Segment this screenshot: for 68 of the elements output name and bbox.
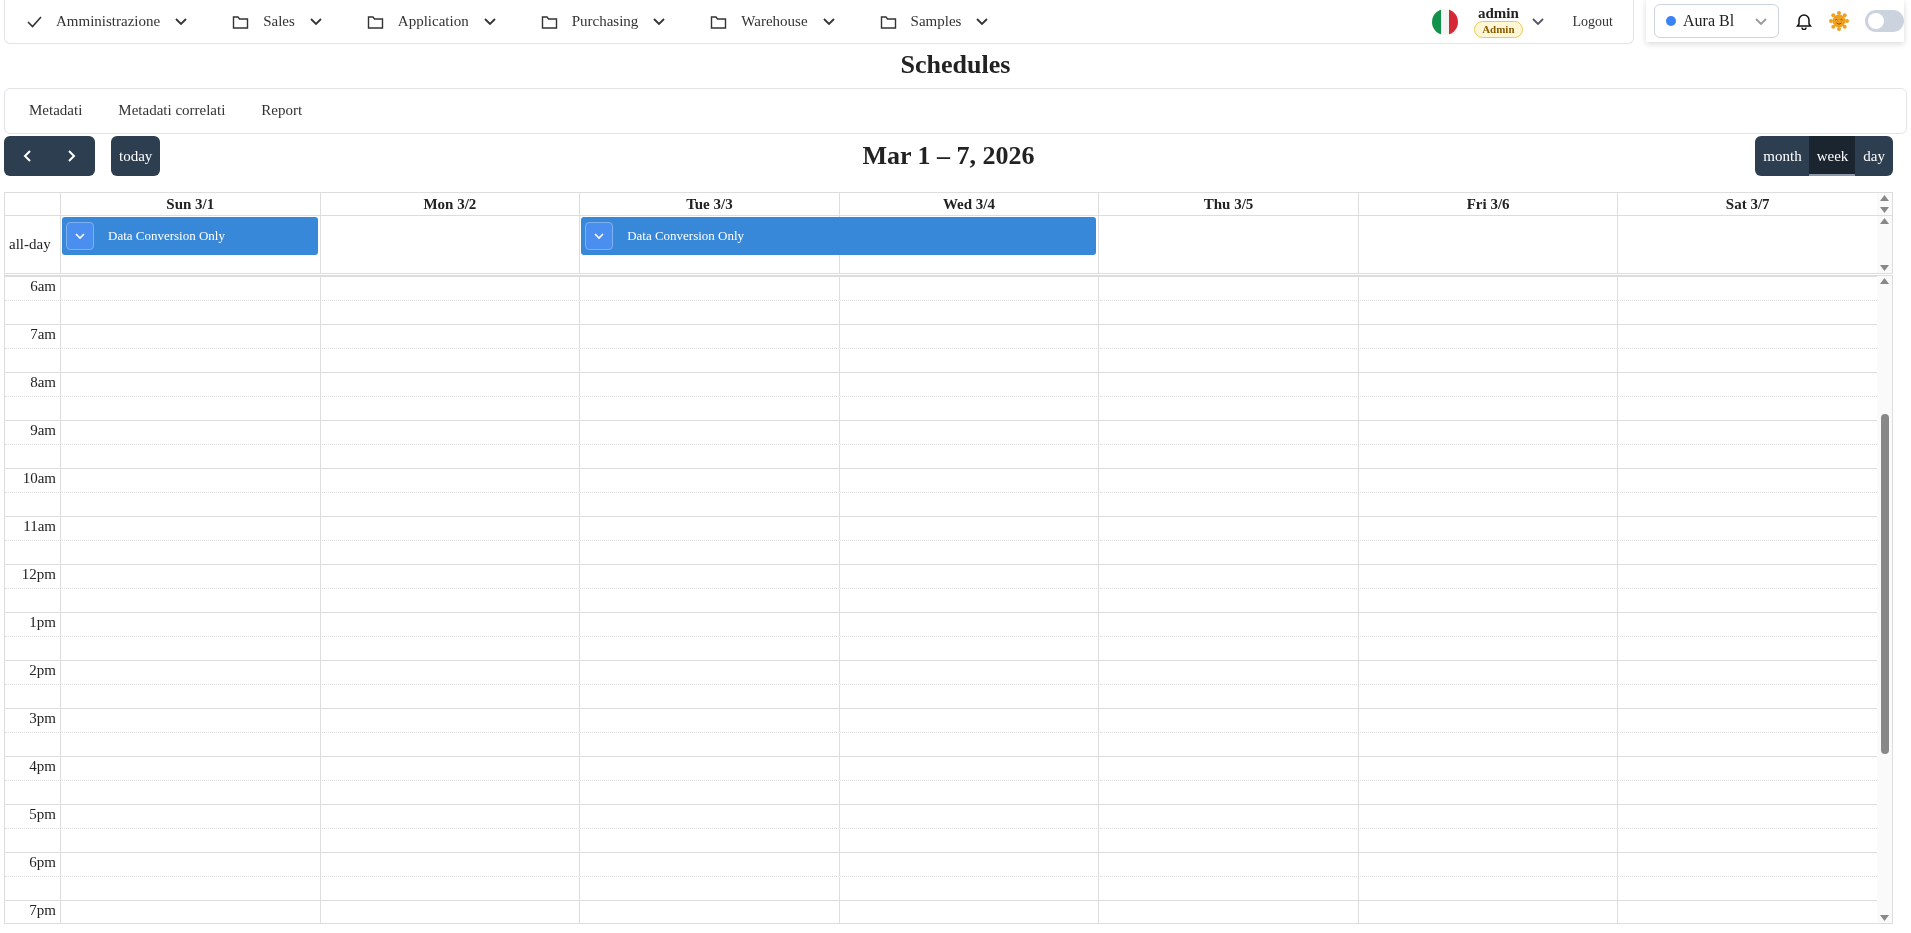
day-header: Wed 3/4 [838, 193, 1099, 215]
scroll-up-icon[interactable] [1879, 276, 1890, 286]
role-badge: Admin [1474, 20, 1523, 38]
day-header: Thu 3/5 [1098, 193, 1358, 215]
chevron-down-icon [975, 15, 990, 28]
time-label: 1pm [29, 614, 56, 630]
scroll-down-icon[interactable] [1879, 913, 1890, 923]
menu-item[interactable]: Samples [857, 10, 1012, 33]
view-button[interactable]: month [1755, 136, 1810, 176]
menu-item[interactable]: Application [344, 10, 519, 33]
time-label: 4pm [29, 758, 56, 774]
time-label: 6pm [29, 854, 56, 870]
today-button[interactable]: today [111, 136, 161, 176]
next-button[interactable] [49, 136, 95, 176]
day-header: Tue 3/3 [579, 193, 839, 215]
time-label: 6am [30, 278, 56, 294]
chevron-down-icon [593, 231, 606, 241]
chevron-down-icon [174, 15, 189, 28]
time-label: 2pm [29, 662, 56, 678]
previous-button[interactable] [4, 136, 50, 176]
chevron-down-icon [74, 231, 86, 241]
scroll-down-icon[interactable] [1879, 263, 1890, 273]
user-name: admin [1477, 5, 1519, 21]
tab[interactable]: Metadati correlati [100, 90, 244, 132]
view-button[interactable]: week [1808, 136, 1857, 176]
time-label: 7am [30, 326, 56, 342]
time-label: 9am [30, 422, 56, 438]
time-label: 12pm [21, 566, 56, 582]
scrollbar-thumb[interactable] [1880, 414, 1889, 754]
theme-select[interactable]: Aura Bl [1654, 4, 1779, 38]
toggle-switch[interactable] [1864, 10, 1904, 32]
menu-item[interactable]: Amministrazione [5, 10, 211, 33]
day-header: Sun 3/1 [60, 193, 320, 215]
menu-item[interactable]: Sales [210, 10, 345, 33]
all-day-label: all-day [8, 235, 51, 255]
scroll-up-icon[interactable] [1879, 193, 1890, 203]
expand-button[interactable] [66, 222, 94, 250]
tab[interactable]: Metadati [11, 90, 101, 132]
calendar-title: Mar 1 – 7, 2026 [862, 140, 1035, 172]
event-bar[interactable]: Data Conversion Only [581, 217, 1097, 255]
chevron-down-icon [482, 15, 497, 28]
time-label: 11am [23, 518, 56, 534]
bell-icon[interactable] [1794, 12, 1813, 30]
view-button[interactable]: day [1855, 136, 1893, 176]
chevron-down-icon [1530, 15, 1545, 28]
time-label: 7pm [29, 902, 56, 918]
menu-item[interactable]: Warehouse [688, 10, 858, 33]
chevron-down-icon [821, 15, 836, 28]
sun-face-icon [1828, 11, 1849, 31]
menu-item[interactable]: Purchasing [518, 10, 689, 33]
time-label: 8am [30, 374, 56, 390]
day-header: Fri 3/6 [1357, 193, 1618, 215]
time-label: 5pm [29, 806, 56, 822]
event-bar[interactable]: Data Conversion Only [62, 217, 318, 255]
page-title: Schedules [899, 49, 1012, 81]
logout-button[interactable]: Logout [1560, 5, 1625, 38]
chevron-left-icon [22, 149, 32, 163]
color-dot-icon [1665, 15, 1677, 27]
time-label: 3pm [29, 710, 56, 726]
time-label: 10am [22, 470, 56, 486]
expand-button[interactable] [585, 222, 614, 250]
chevron-down-icon [308, 15, 323, 28]
tab[interactable]: Report [243, 90, 321, 132]
user-menu-button[interactable] [1530, 15, 1545, 28]
day-header: Mon 3/2 [319, 193, 580, 215]
italy-flag-icon [1432, 8, 1459, 35]
chevron-right-icon [67, 149, 77, 163]
chevron-down-icon [652, 15, 667, 28]
